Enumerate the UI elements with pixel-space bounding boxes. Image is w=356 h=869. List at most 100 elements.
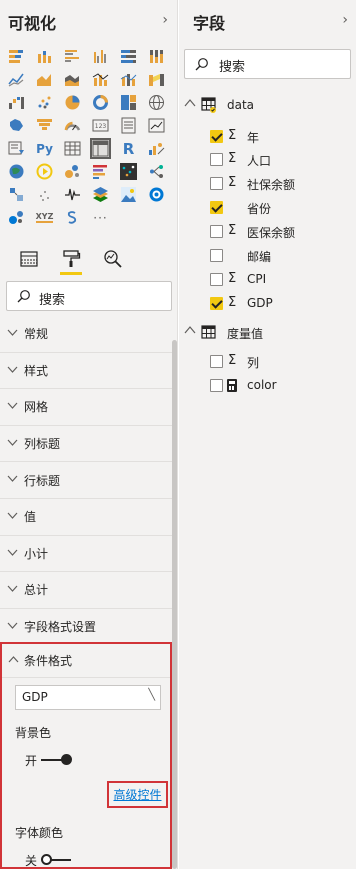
field-row[interactable]: Σ 人口 — [210, 150, 350, 170]
sigma-icon: Σ — [228, 128, 237, 143]
field-checkbox[interactable] — [210, 379, 223, 392]
section-field-formatting[interactable]: 字段格式设置 — [0, 609, 172, 646]
donut-chart-icon[interactable] — [90, 92, 111, 113]
xyz-visual-icon[interactable]: XYZ — [34, 207, 55, 228]
field-row[interactable]: Σ GDP — [210, 294, 350, 314]
table-icon[interactable] — [62, 138, 83, 159]
table-data[interactable]: data — [179, 95, 356, 117]
section-grand-total[interactable]: 总计 — [0, 572, 172, 609]
more-visuals-icon[interactable]: ··· — [90, 207, 111, 228]
line-stacked-column-chart-icon[interactable] — [118, 69, 139, 90]
field-checkbox[interactable] — [210, 297, 223, 310]
arcgis-map-icon[interactable] — [6, 161, 27, 182]
sigma-icon: Σ — [228, 295, 237, 310]
treemap-icon[interactable] — [118, 92, 139, 113]
chevron-down-icon — [7, 620, 18, 634]
r-visual-icon[interactable]: R — [118, 138, 139, 159]
globe-map-icon[interactable] — [6, 207, 27, 228]
line-clustered-column-chart-icon[interactable] — [90, 69, 111, 90]
bar-gradient-visual-icon[interactable] — [90, 161, 111, 182]
play-axis-icon[interactable] — [34, 161, 55, 182]
layered-map-icon[interactable] — [90, 184, 111, 205]
filled-map-icon[interactable] — [6, 115, 27, 136]
stacked-column-chart-icon[interactable] — [34, 46, 55, 67]
field-row[interactable]: Σ 列 — [210, 352, 350, 372]
format-pane-scrollbar[interactable] — [172, 340, 177, 869]
stacked-area-chart-icon[interactable] — [62, 69, 83, 90]
svg-text:123: 123 — [95, 123, 107, 130]
clustered-column-chart-icon[interactable] — [90, 46, 111, 67]
analytics-tab-icon[interactable] — [100, 246, 126, 272]
advanced-controls-link[interactable]: 高级控件 — [113, 786, 161, 803]
kpi-icon[interactable] — [146, 115, 167, 136]
scatter-chart-icon[interactable] — [34, 92, 55, 113]
pulse-chart-icon[interactable] — [62, 184, 83, 205]
decomposition-tree-icon[interactable] — [146, 161, 167, 182]
fields-search-input[interactable]: 搜索 — [184, 49, 351, 79]
field-row[interactable]: 邮编 — [210, 246, 350, 266]
xyz-visual-label: XYZ — [35, 212, 54, 223]
section-row-headers[interactable]: 行标题 — [0, 462, 172, 499]
table-measures[interactable]: 度量值 — [179, 322, 356, 344]
field-row[interactable]: 省份 — [210, 198, 350, 218]
fields-tab-icon[interactable] — [16, 246, 42, 272]
matrix-icon[interactable] — [90, 138, 111, 159]
100-stacked-column-chart-icon[interactable] — [146, 46, 167, 67]
field-row[interactable]: color — [210, 376, 350, 396]
waterfall-chart-icon[interactable] — [6, 92, 27, 113]
background-color-toggle[interactable]: 开 — [25, 751, 85, 769]
field-checkbox[interactable] — [210, 153, 223, 166]
field-checkbox[interactable] — [210, 273, 223, 286]
section-subtotals[interactable]: 小计 — [0, 536, 172, 573]
key-influencers-icon[interactable] — [146, 138, 167, 159]
navigation-visual-icon[interactable] — [146, 184, 167, 205]
field-row[interactable]: Σ 社保余额 — [210, 174, 350, 194]
collapse-fields-icon[interactable]: › — [342, 12, 348, 28]
bubble-visual-icon[interactable] — [62, 161, 83, 182]
area-chart-icon[interactable] — [34, 69, 55, 90]
card-icon[interactable]: 123 — [90, 115, 111, 136]
table-icon — [201, 324, 217, 343]
visualizations-title: 可视化 — [8, 14, 57, 33]
image-grid-visual-icon[interactable] — [118, 184, 139, 205]
field-checkbox[interactable] — [210, 201, 223, 214]
section-column-headers[interactable]: 列标题 — [0, 426, 172, 463]
field-row[interactable]: Σ 年 — [210, 127, 350, 147]
visualizations-pane: 可视化 › 123 Py R XYZ ··· 搜索 常规 样式 网格 列标题 行… — [0, 0, 178, 869]
line-chart-icon[interactable] — [6, 69, 27, 90]
field-checkbox[interactable] — [210, 130, 223, 143]
multi-row-card-icon[interactable] — [118, 115, 139, 136]
field-dropdown[interactable]: GDP ╲ — [15, 685, 161, 710]
format-search-input[interactable]: 搜索 — [6, 281, 172, 311]
dollar-visual-icon[interactable] — [62, 207, 83, 228]
field-checkbox[interactable] — [210, 177, 223, 190]
funnel-icon[interactable] — [34, 115, 55, 136]
font-color-toggle[interactable]: 关 — [25, 851, 85, 869]
format-paint-roller-tab-icon[interactable] — [58, 246, 84, 275]
ribbon-chart-icon[interactable] — [146, 69, 167, 90]
field-checkbox[interactable] — [210, 249, 223, 262]
scatter-dark-visual-icon[interactable] — [118, 161, 139, 182]
field-row[interactable]: Σ CPI — [210, 270, 350, 290]
clustered-bar-chart-icon[interactable] — [62, 46, 83, 67]
section-general-label: 常规 — [24, 327, 49, 342]
100-stacked-bar-chart-icon[interactable] — [118, 46, 139, 67]
field-row[interactable]: Σ 医保余额 — [210, 222, 350, 242]
map-icon[interactable] — [146, 92, 167, 113]
collapse-visualizations-icon[interactable]: › — [162, 12, 168, 28]
field-checkbox[interactable] — [210, 355, 223, 368]
sparkline-scatter-icon[interactable] — [34, 184, 55, 205]
pie-chart-icon[interactable] — [62, 92, 83, 113]
section-grid[interactable]: 网格 — [0, 389, 172, 426]
flow-map-icon[interactable] — [6, 184, 27, 205]
field-name: 人口 — [247, 154, 272, 168]
gauge-icon[interactable] — [62, 115, 83, 136]
stacked-bar-chart-icon[interactable] — [6, 46, 27, 67]
section-style[interactable]: 样式 — [0, 353, 172, 390]
field-checkbox[interactable] — [210, 225, 223, 238]
conditional-formatting-header[interactable]: 条件格式 — [2, 644, 170, 678]
slicer-icon[interactable] — [6, 138, 27, 159]
section-general[interactable]: 常规 — [0, 316, 172, 353]
section-values[interactable]: 值 — [0, 499, 172, 536]
python-visual-icon[interactable]: Py — [34, 138, 55, 159]
